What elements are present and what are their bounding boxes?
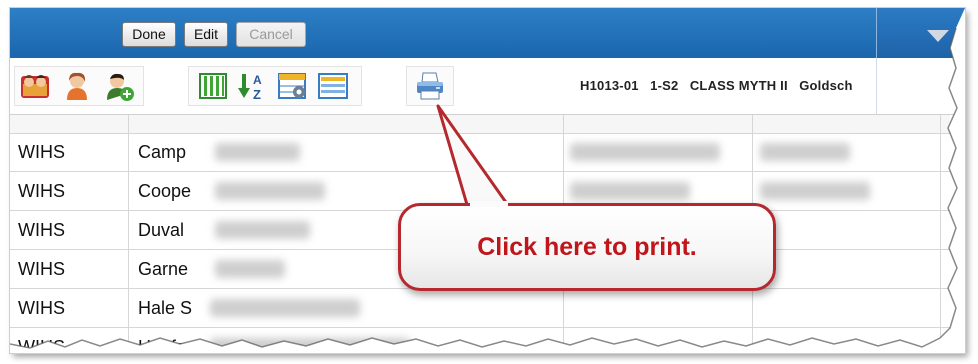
torn-edge: [10, 8, 965, 353]
app-window: Done Edit Cancel A Z H1013-01 1-S2 CLASS…: [10, 8, 965, 353]
